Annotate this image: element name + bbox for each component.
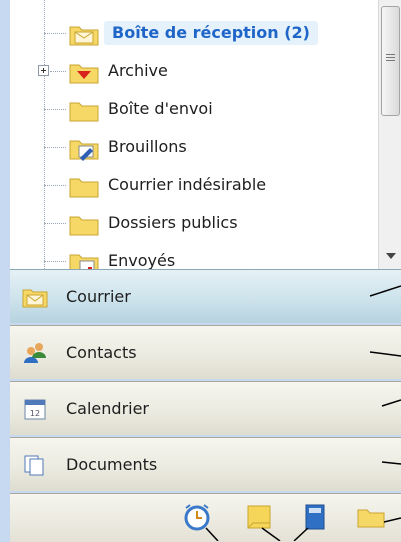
folder-label-sent: Envoyés — [108, 251, 176, 269]
expand-plus-icon[interactable] — [38, 65, 49, 76]
mail-icon — [22, 289, 48, 308]
folder-label-outbox: Boîte d'envoi — [108, 99, 213, 118]
svg-text:12: 12 — [30, 409, 40, 418]
folder-item-archive[interactable]: Archive — [10, 52, 368, 90]
folder-label-public: Dossiers publics — [108, 213, 238, 232]
nav-label-mail: Courrier — [66, 287, 131, 306]
folder-item-outbox[interactable]: Boîte d'envoi — [10, 90, 368, 128]
folder-label-drafts: Brouillons — [108, 137, 187, 156]
outbox-folder-icon — [69, 102, 99, 122]
folder-tree[interactable]: Boîte de réception (2) Archive Boîte d'e… — [10, 0, 401, 269]
folder-label-archive: Archive — [108, 61, 168, 80]
drafts-folder-icon — [69, 140, 99, 161]
folder-item-drafts[interactable]: Brouillons — [10, 128, 368, 166]
folder-item-sent[interactable]: Envoyés — [10, 242, 368, 269]
scrollbar-thumb[interactable] — [381, 6, 400, 116]
archive-folder-icon — [69, 64, 99, 84]
sent-folder-icon — [69, 254, 99, 269]
folder-label-junk: Courrier indésirable — [108, 175, 267, 194]
nav-label-documents: Documents — [66, 455, 158, 474]
shortcut-bar — [10, 493, 401, 542]
folder-item-inbox[interactable]: Boîte de réception (2) — [10, 14, 368, 52]
nav-button-contacts[interactable]: Contacts — [10, 325, 401, 379]
nav-button-calendar[interactable]: 12 Calendrier — [10, 381, 401, 435]
junk-folder-icon — [69, 178, 99, 198]
notes-icon[interactable] — [244, 502, 274, 532]
nav-button-mail[interactable]: Courrier — [10, 269, 401, 323]
folder-item-junk[interactable]: Courrier indésirable — [10, 166, 368, 204]
inbox-folder-icon — [69, 26, 99, 46]
folder-list-icon[interactable] — [356, 502, 386, 532]
public-folders-icon — [69, 216, 99, 236]
calendar-icon: 12 — [24, 399, 46, 420]
scroll-down-arrow-icon[interactable] — [379, 247, 401, 269]
navigation-pane: Boîte de réception (2) Archive Boîte d'e… — [0, 0, 401, 542]
vertical-scrollbar[interactable] — [378, 0, 401, 269]
reminder-clock-icon[interactable] — [182, 502, 212, 532]
nav-button-documents[interactable]: Documents — [10, 437, 401, 491]
folder-label-inbox: Boîte de réception (2) — [104, 21, 318, 45]
nav-label-contacts: Contacts — [66, 343, 137, 362]
documents-icon — [24, 455, 44, 476]
contacts-icon — [24, 343, 46, 363]
folder-item-public[interactable]: Dossiers publics — [10, 204, 368, 242]
journal-icon[interactable] — [300, 502, 330, 532]
nav-label-calendar: Calendrier — [66, 399, 150, 418]
